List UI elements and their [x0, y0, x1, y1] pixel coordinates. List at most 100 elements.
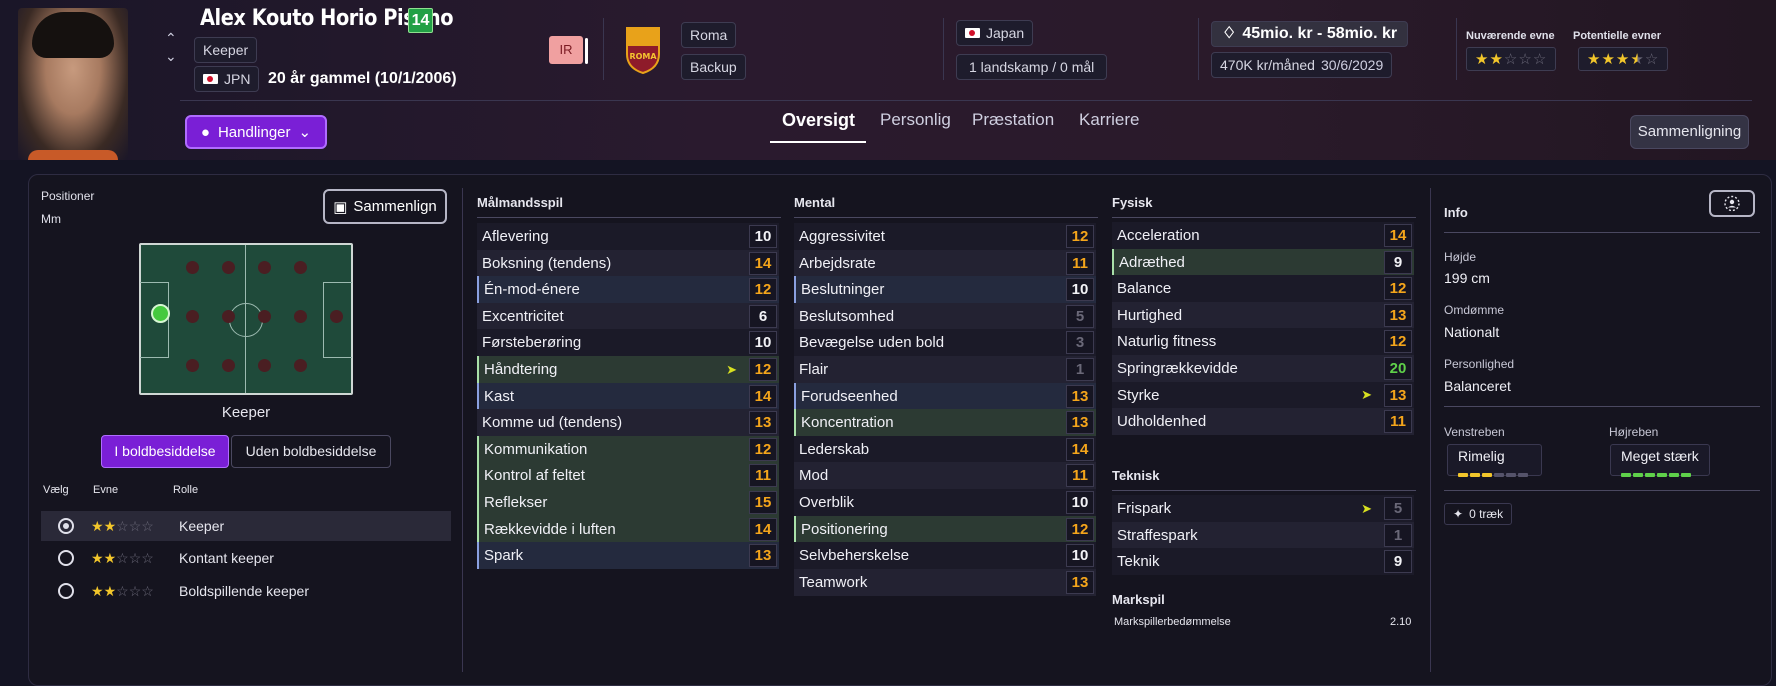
- attribute-value: 10: [749, 225, 777, 248]
- attribute-row[interactable]: Naturlig fitness 12: [1112, 328, 1414, 356]
- attribute-row[interactable]: Positionering 12: [794, 515, 1096, 543]
- attribute-row[interactable]: Springrækkevidde 20: [1112, 355, 1414, 382]
- attribute-name: Udholdenhed: [1117, 413, 1207, 431]
- attribute-row[interactable]: Frispark ➤ 5: [1112, 495, 1414, 522]
- group-underline: [1112, 217, 1416, 218]
- traits-button[interactable]: ✦ 0 træk: [1444, 503, 1513, 525]
- col-header-ability: Evne: [93, 484, 119, 496]
- tab-personal[interactable]: Personlig: [880, 110, 951, 130]
- attribute-row[interactable]: Aggressivitet 12: [794, 223, 1096, 250]
- attribute-row[interactable]: Håndtering ➤ 12: [477, 356, 779, 383]
- attribute-row[interactable]: Overblik 10: [794, 489, 1096, 516]
- attribute-value: 9: [1384, 250, 1412, 274]
- attribute-row[interactable]: Acceleration 14: [1112, 222, 1414, 249]
- position-pitch[interactable]: [139, 243, 353, 395]
- left-foot-value: Rimelig: [1458, 448, 1505, 464]
- col-header-select: Vælg: [43, 484, 69, 496]
- personality-settings-icon[interactable]: [1709, 190, 1755, 217]
- attribute-name: Lederskab: [799, 440, 870, 458]
- col-header-role: Rolle: [173, 484, 199, 496]
- attribute-row[interactable]: Komme ud (tendens) 13: [477, 409, 779, 437]
- tab-overview[interactable]: Oversigt: [782, 110, 855, 131]
- attribute-row[interactable]: Flair 1: [794, 356, 1096, 383]
- attribute-value: 15: [749, 491, 777, 514]
- compare-button[interactable]: Sammenligning: [1630, 115, 1749, 149]
- group-underline: [794, 217, 1098, 218]
- right-foot-box: Meget stærk: [1610, 444, 1710, 477]
- attribute-row[interactable]: Lederskab 14: [794, 435, 1096, 463]
- attribute-row[interactable]: Koncentration 13: [794, 409, 1096, 437]
- compare-positions-button[interactable]: ▣ Sammenlign: [323, 189, 447, 224]
- role-name: Kontant keeper: [179, 550, 274, 566]
- in-possession-toggle[interactable]: I boldbesiddelse: [101, 435, 229, 468]
- age-text: 20 år gammel (10/1/2006): [268, 70, 457, 87]
- attribute-row[interactable]: Straffespark 1: [1112, 521, 1414, 549]
- technical-title: Teknisk: [1112, 468, 1160, 483]
- role-radio[interactable]: [58, 518, 74, 534]
- attribute-value: 13: [1066, 411, 1094, 435]
- traits-count: 0 træk: [1469, 507, 1504, 521]
- attribute-row[interactable]: Hurtighed 13: [1112, 301, 1414, 329]
- role-row[interactable]: ★★☆☆☆ Boldspillende keeper: [41, 576, 451, 606]
- meter-segment: [1470, 473, 1480, 477]
- attribute-row[interactable]: Kommunikation 12: [477, 435, 779, 463]
- attribute-value: 6: [749, 304, 777, 328]
- attribute-row[interactable]: Førsteberøring 10: [477, 329, 779, 357]
- attribute-row[interactable]: Reflekser 15: [477, 489, 779, 516]
- star-empty-icon: ☆: [116, 549, 129, 566]
- status-badge[interactable]: IR: [549, 36, 583, 64]
- attribute-row[interactable]: Selvbeherskelse 10: [794, 542, 1096, 570]
- star-empty-icon: ☆: [141, 517, 154, 534]
- contract-expiry: 30/6/2029: [1320, 57, 1384, 73]
- attribute-name: Koncentration: [801, 414, 894, 432]
- attribute-row[interactable]: Aflevering 10: [477, 223, 779, 250]
- role-row[interactable]: ★★☆☆☆ Keeper: [41, 511, 451, 541]
- attribute-row[interactable]: Spark 13: [477, 542, 779, 570]
- current-ability-stars: ★★☆☆☆: [1466, 47, 1557, 71]
- attribute-name: Kommunikation: [484, 440, 588, 458]
- attribute-row[interactable]: Arbejdsrate 11: [794, 249, 1096, 277]
- role-radio[interactable]: [58, 583, 74, 599]
- attribute-row[interactable]: Kast 14: [477, 382, 779, 410]
- club-name[interactable]: Roma: [681, 22, 737, 48]
- attribute-row[interactable]: Teknik 9: [1112, 548, 1414, 576]
- attribute-row[interactable]: Én-mod-énere 12: [477, 276, 779, 304]
- attribute-row[interactable]: Balance 12: [1112, 275, 1414, 303]
- reputation-label: Omdømme: [1444, 303, 1504, 317]
- group-underline: [1112, 490, 1416, 491]
- meter-segment: [1621, 473, 1631, 477]
- attribute-row[interactable]: Excentricitet 6: [477, 302, 779, 330]
- tab-performance[interactable]: Præstation: [972, 110, 1054, 130]
- actions-button[interactable]: ● Handlinger ⌄: [185, 115, 327, 149]
- attribute-row[interactable]: Beslutninger 10: [794, 276, 1096, 304]
- price-tag-icon: ♢: [1222, 25, 1237, 42]
- active-tab-underline: [770, 141, 866, 143]
- out-of-possession-toggle[interactable]: Uden boldbesiddelse: [231, 435, 391, 468]
- tab-career[interactable]: Karriere: [1079, 110, 1139, 130]
- person-icon: ●: [200, 123, 210, 141]
- attribute-row[interactable]: Adræthed 9: [1112, 248, 1414, 276]
- role-name: Boldspillende keeper: [179, 583, 309, 599]
- country-pill[interactable]: Japan: [956, 20, 1034, 46]
- wage-text: 470K kr/måned: [1220, 57, 1315, 73]
- attribute-row[interactable]: Boksning (tendens) 14: [477, 249, 779, 277]
- attribute-row[interactable]: Mod 11: [794, 462, 1096, 490]
- role-row[interactable]: ★★☆☆☆ Kontant keeper: [41, 543, 451, 573]
- attribute-value: 10: [1066, 544, 1094, 568]
- chevron-up-icon[interactable]: ⌃: [165, 30, 177, 47]
- attribute-row[interactable]: Forudseenhed 13: [794, 382, 1096, 410]
- column-divider: [1430, 188, 1431, 672]
- attribute-row[interactable]: Teamwork 13: [794, 568, 1096, 596]
- chevron-down-icon[interactable]: ⌄: [165, 48, 177, 65]
- attribute-row[interactable]: Udholdenhed 11: [1112, 408, 1414, 436]
- personality-label: Personlighed: [1444, 357, 1515, 371]
- attribute-row[interactable]: Styrke ➤ 13: [1112, 381, 1414, 409]
- attribute-row[interactable]: Rækkevidde i luften 14: [477, 515, 779, 543]
- attribute-row[interactable]: Bevægelse uden bold 3: [794, 329, 1096, 357]
- reputation-value: Nationalt: [1444, 324, 1500, 340]
- current-position-marker[interactable]: [151, 304, 170, 323]
- potential-ability-label: Potentielle evner: [1573, 30, 1662, 42]
- role-radio[interactable]: [58, 550, 74, 566]
- attribute-row[interactable]: Kontrol af feltet 11: [477, 462, 779, 490]
- attribute-row[interactable]: Beslutsomhed 5: [794, 302, 1096, 330]
